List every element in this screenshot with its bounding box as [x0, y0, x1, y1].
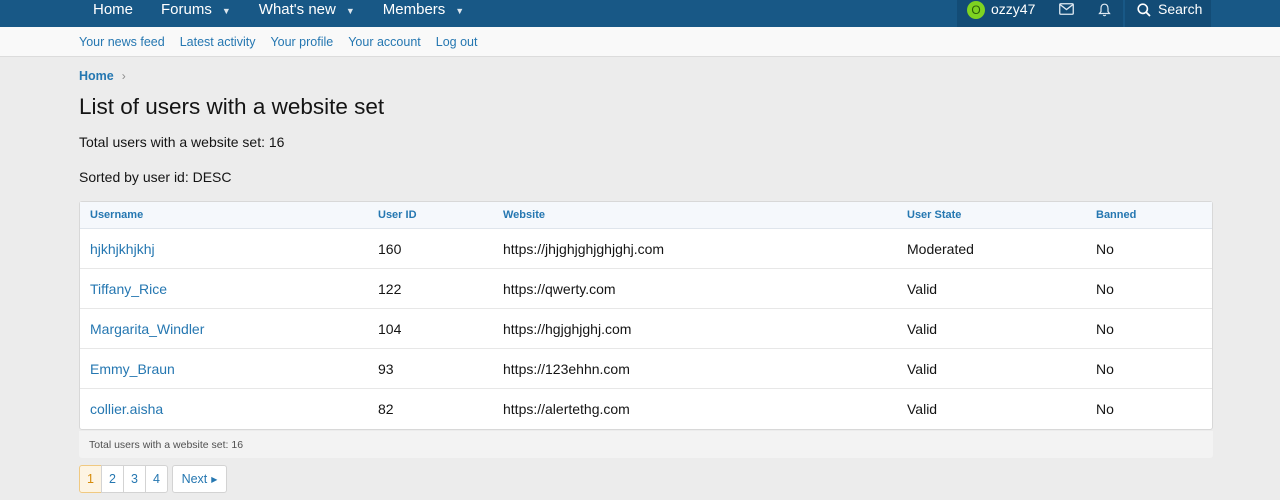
- column-header-user-id[interactable]: User ID: [378, 209, 417, 221]
- banned-cell: No: [1096, 241, 1114, 257]
- chevron-down-icon[interactable]: ▼: [346, 6, 355, 16]
- user-id-cell: 93: [378, 361, 394, 377]
- user-id-cell: 160: [378, 241, 402, 257]
- user-id-cell: 104: [378, 321, 402, 337]
- user-state-cell: Valid: [907, 281, 938, 297]
- table-footer-text: Total users with a website set: 16: [89, 439, 244, 451]
- page-title: List of users with a website set: [79, 94, 385, 119]
- inbox-button[interactable]: [1047, 0, 1085, 27]
- user-id-cell: 122: [378, 281, 402, 297]
- page-button-3[interactable]: 3: [123, 465, 146, 493]
- sort-order-text: Sorted by user id: DESC: [79, 169, 232, 185]
- nav-tab-members[interactable]: Members ▼: [369, 0, 478, 27]
- chevron-down-icon[interactable]: ▼: [455, 6, 464, 16]
- total-users-text: Total users with a website set: 16: [79, 134, 285, 150]
- username-link[interactable]: Margarita_Windler: [90, 321, 204, 337]
- subnav-link-news-feed[interactable]: Your news feed: [79, 35, 165, 49]
- table-row: collier.aisha 82 https://alertethg.com V…: [80, 389, 1212, 429]
- table-footer: Total users with a website set: 16: [79, 431, 1213, 458]
- search-button[interactable]: Search: [1125, 0, 1211, 27]
- user-state-cell: Valid: [907, 401, 938, 417]
- table-row: hjkhjkhjkhj 160 https://jhjghjghjghjghj.…: [80, 229, 1212, 269]
- next-page-label: Next: [181, 472, 208, 486]
- chevron-down-icon[interactable]: ▼: [222, 6, 231, 16]
- user-menu-button[interactable]: O ozzy47: [957, 0, 1047, 27]
- subnav-link-account[interactable]: Your account: [348, 35, 421, 49]
- banned-cell: No: [1096, 321, 1114, 337]
- column-header-user-state[interactable]: User State: [907, 209, 961, 221]
- search-label: Search: [1158, 1, 1203, 17]
- avatar: O: [967, 1, 985, 19]
- subnav-links: Your news feed Latest activity Your prof…: [79, 35, 477, 49]
- banned-cell: No: [1096, 361, 1114, 377]
- username-label: ozzy47: [991, 1, 1036, 17]
- username-link[interactable]: hjkhjkhjkhj: [90, 241, 155, 257]
- nav-tab-label: Members: [382, 1, 446, 18]
- sub-navigation: Your news feed Latest activity Your prof…: [0, 27, 1280, 57]
- table-row: Margarita_Windler 104 https://hgjghjghj.…: [80, 309, 1212, 349]
- nav-tabs: Home Forums ▼ What's new ▼ Members ▼: [79, 0, 478, 27]
- nav-user-area: O ozzy47 Search: [957, 0, 1211, 27]
- website-cell: https://alertethg.com: [503, 401, 630, 417]
- table-header: Username User ID Website User State Bann…: [80, 202, 1212, 229]
- pagination: 1 2 3 4 Next ▶: [79, 465, 227, 493]
- column-header-username[interactable]: Username: [90, 209, 143, 221]
- username-link[interactable]: collier.aisha: [90, 401, 163, 417]
- breadcrumb-home-link[interactable]: Home: [79, 69, 114, 83]
- table-row: Emmy_Braun 93 https://123ehhn.com Valid …: [80, 349, 1212, 389]
- nav-tab-label: What's new: [258, 1, 336, 18]
- table-row: Tiffany_Rice 122 https://qwerty.com Vali…: [80, 269, 1212, 309]
- alerts-button[interactable]: [1085, 0, 1123, 27]
- website-cell: https://123ehhn.com: [503, 361, 630, 377]
- user-state-cell: Valid: [907, 321, 938, 337]
- next-page-button[interactable]: Next ▶: [172, 465, 227, 493]
- nav-tab-whats-new[interactable]: What's new ▼: [245, 0, 369, 27]
- website-cell: https://jhjghjghjghjghj.com: [503, 241, 665, 257]
- subnav-link-profile[interactable]: Your profile: [270, 35, 333, 49]
- subnav-link-log-out[interactable]: Log out: [436, 35, 478, 49]
- page-button-4[interactable]: 4: [145, 465, 168, 493]
- page-button-1[interactable]: 1: [79, 465, 102, 493]
- nav-tab-label: Forums: [161, 1, 212, 18]
- website-cell: https://qwerty.com: [503, 281, 616, 297]
- website-cell: https://hgjghjghj.com: [503, 321, 632, 337]
- page-button-2[interactable]: 2: [101, 465, 124, 493]
- user-id-cell: 82: [378, 401, 394, 417]
- search-icon: [1137, 3, 1151, 17]
- nav-tab-label: Home: [93, 1, 134, 18]
- chevron-right-icon: ›: [121, 69, 126, 83]
- nav-tab-home[interactable]: Home: [79, 0, 147, 27]
- banned-cell: No: [1096, 401, 1114, 417]
- username-link[interactable]: Tiffany_Rice: [90, 281, 167, 297]
- top-navigation: Home Forums ▼ What's new ▼ Members ▼ O o…: [0, 0, 1280, 27]
- user-state-cell: Moderated: [907, 241, 974, 257]
- subnav-link-latest-activity[interactable]: Latest activity: [180, 35, 256, 49]
- user-state-cell: Valid: [907, 361, 938, 377]
- users-table: Username User ID Website User State Bann…: [79, 201, 1213, 430]
- bell-icon: [1097, 3, 1111, 17]
- username-link[interactable]: Emmy_Braun: [90, 361, 175, 377]
- column-header-banned[interactable]: Banned: [1096, 209, 1136, 221]
- nav-tab-forums[interactable]: Forums ▼: [147, 0, 245, 27]
- breadcrumb: Home ›: [79, 69, 126, 83]
- envelope-icon: [1058, 3, 1074, 15]
- column-header-website[interactable]: Website: [503, 209, 545, 221]
- caret-right-icon: ▶: [211, 474, 218, 484]
- banned-cell: No: [1096, 281, 1114, 297]
